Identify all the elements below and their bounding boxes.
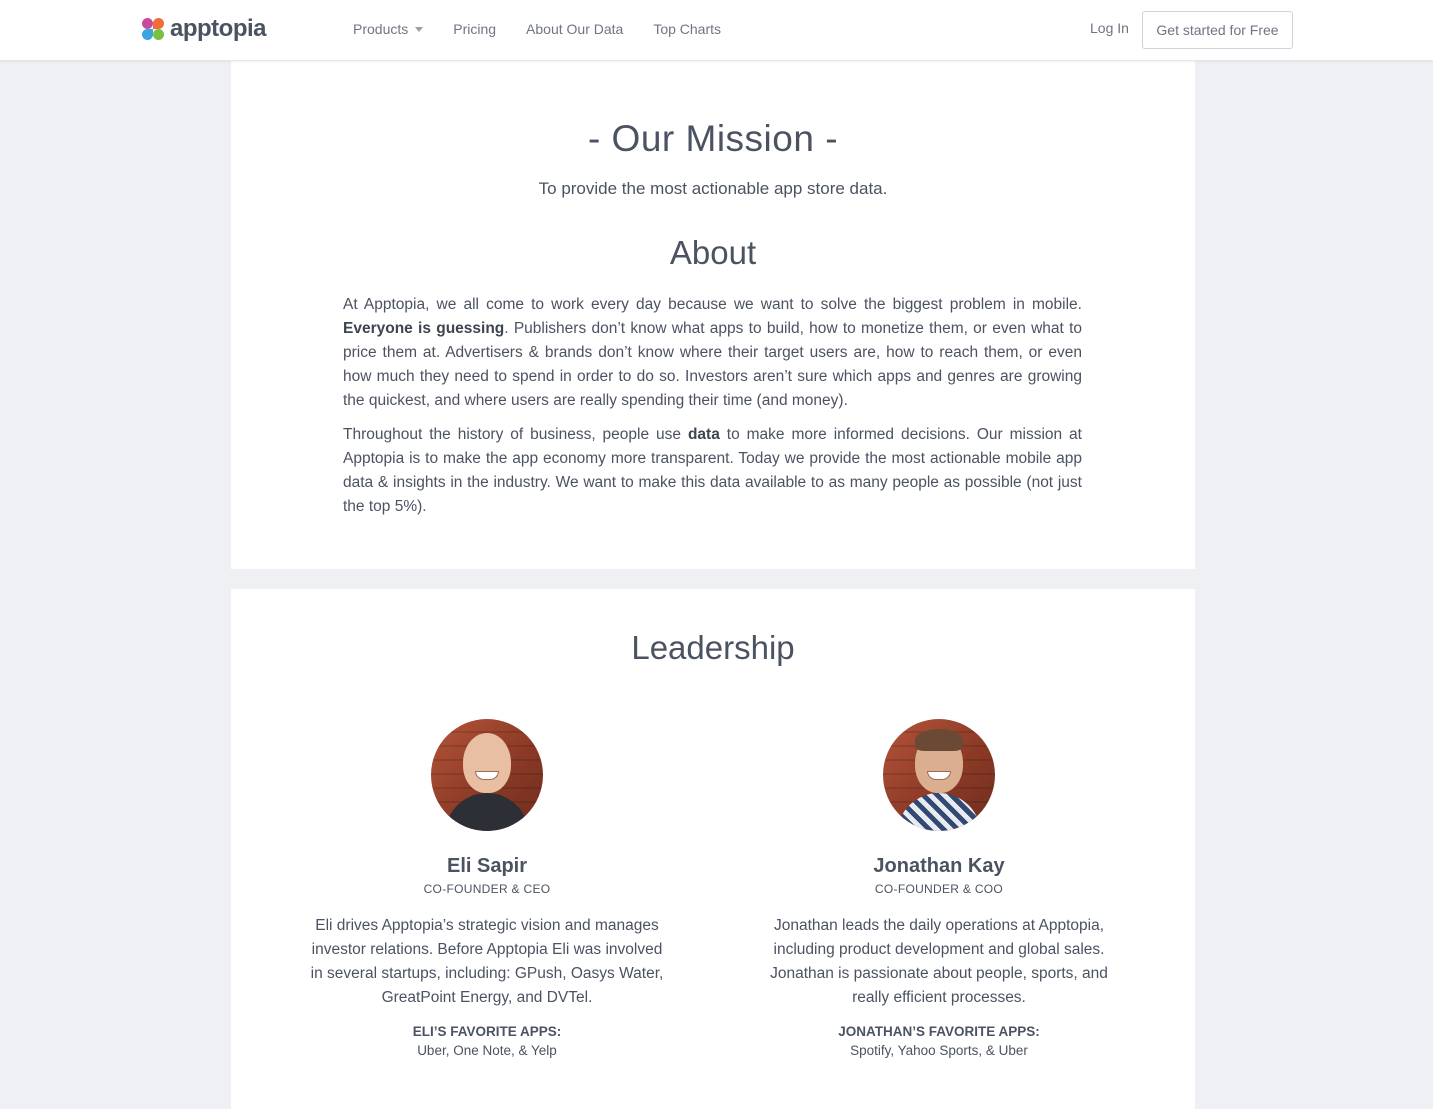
leader-name: Eli Sapir — [446, 855, 528, 877]
about-p1-emphasis: Everyone is guessing — [343, 320, 505, 337]
mission-subtitle: To provide the most actionable app store… — [538, 179, 888, 198]
leader-bio: Eli drives Apptopia’s strategic vision a… — [310, 917, 664, 1006]
mission-card: - Our Mission - To provide the most acti… — [231, 61, 1195, 569]
nav-pricing-link[interactable]: Pricing — [453, 21, 496, 37]
top-navigation: apptopia Products Pricing About Our Data… — [0, 0, 1433, 61]
favorite-apps-list: Spotify, Yahoo Sports, & Uber — [850, 1043, 1028, 1058]
favorite-apps-list: Uber, One Note, & Yelp — [417, 1043, 557, 1058]
nav-about-data-link[interactable]: About Our Data — [526, 21, 623, 37]
leadership-title: Leadership — [631, 629, 795, 666]
leader-name: Jonathan Kay — [873, 855, 1005, 877]
leader-profile-jonathan: Jonathan Kay CO-FOUNDER & COO Jonathan l… — [759, 719, 1119, 1058]
nav-products-label: Products — [353, 21, 409, 37]
login-link[interactable]: Log In — [1090, 20, 1129, 36]
apptopia-logo-icon — [142, 18, 164, 40]
caret-down-icon — [415, 26, 424, 32]
main-nav: Products Pricing About Our Data Top Char… — [353, 21, 751, 37]
avatar — [883, 719, 995, 831]
logo-text: apptopia — [170, 15, 267, 42]
nav-products-dropdown[interactable]: Products — [353, 21, 424, 37]
favorite-apps-label: ELI’S FAVORITE APPS: — [412, 1024, 562, 1039]
leader-bio: Jonathan leads the daily operations at A… — [770, 917, 1108, 1006]
avatar — [431, 719, 543, 831]
leadership-card: Leadership Eli Sapir CO-FOUNDER & CEO El… — [231, 589, 1195, 1109]
apptopia-logo[interactable]: apptopia — [142, 15, 267, 42]
about-paragraph-1: At Apptopia, we all come to work every d… — [343, 293, 1082, 413]
about-p1-lead: At Apptopia, we all come to work every d… — [343, 296, 1082, 313]
leader-profile-eli: Eli Sapir CO-FOUNDER & CEO Eli drives Ap… — [307, 719, 667, 1058]
leader-role: CO-FOUNDER & COO — [874, 882, 1004, 896]
leader-role: CO-FOUNDER & CEO — [423, 882, 551, 896]
about-paragraph-2: Throughout the history of business, peop… — [343, 423, 1082, 519]
about-p2-emphasis: data — [687, 426, 720, 443]
favorite-apps-label: JONATHAN’S FAVORITE APPS: — [838, 1024, 1040, 1039]
about-p2-lead: Throughout the history of business, peop… — [343, 426, 688, 443]
get-started-button[interactable]: Get started for Free — [1142, 11, 1293, 49]
nav-top-charts-link[interactable]: Top Charts — [653, 21, 721, 37]
about-title: About — [669, 234, 757, 271]
mission-title: - Our Mission - — [587, 118, 839, 159]
